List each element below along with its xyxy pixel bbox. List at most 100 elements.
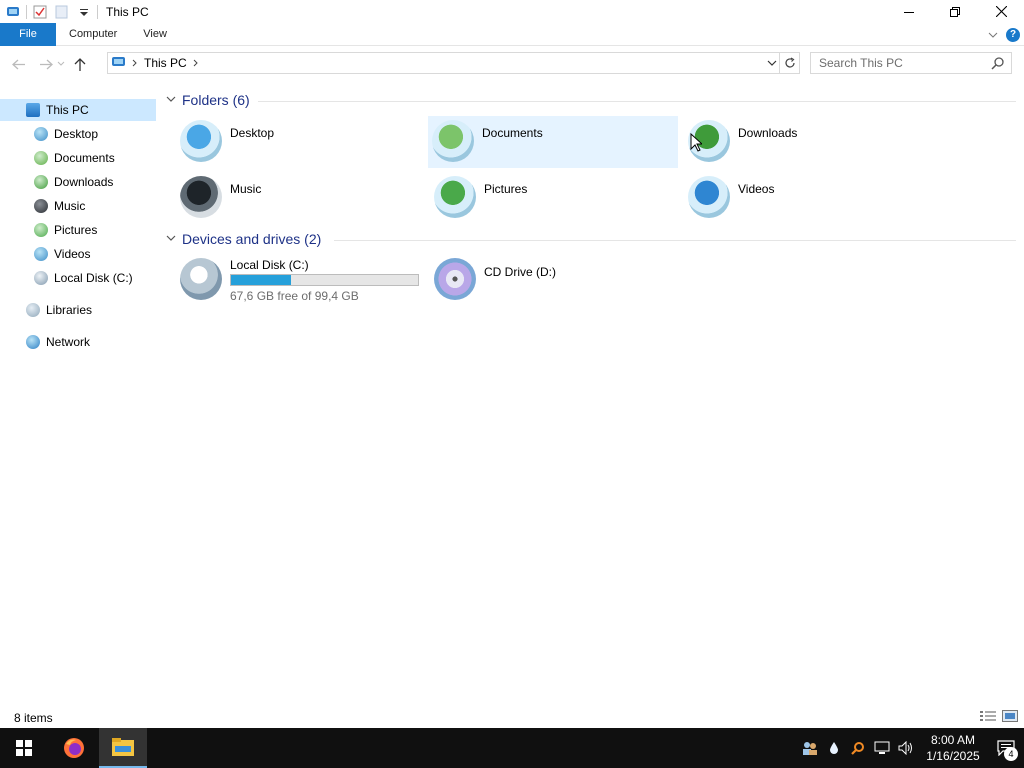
people-icon[interactable] — [798, 728, 822, 768]
expand-ribbon-icon[interactable] — [988, 28, 998, 42]
quick-access-toolbar — [0, 0, 100, 23]
drive-label: CD Drive (D:) — [484, 265, 556, 279]
sidebar-item-downloads[interactable]: Downloads — [34, 171, 113, 193]
search-placeholder: Search This PC — [819, 56, 903, 70]
drive-tile-local-disk[interactable]: Local Disk (C:) 67,6 GB free of 99,4 GB — [176, 254, 426, 306]
address-dropdown-icon[interactable] — [767, 53, 777, 73]
customize-toolbar-icon[interactable] — [77, 5, 91, 19]
drive-usage-fill — [231, 275, 291, 285]
folder-label: Documents — [482, 126, 543, 140]
large-icons-view-icon[interactable] — [1002, 710, 1018, 725]
videos-icon — [34, 247, 48, 261]
clock-date: 1/16/2025 — [926, 749, 980, 763]
pictures-icon — [34, 223, 48, 237]
search-icon[interactable] — [991, 56, 1005, 73]
close-icon[interactable] — [978, 0, 1024, 23]
sidebar-item-label: Local Disk (C:) — [54, 271, 133, 285]
folder-tile-pictures[interactable]: Pictures — [430, 172, 680, 224]
folder-tile-documents[interactable]: Documents — [428, 116, 678, 168]
folder-tile-music[interactable]: Music — [176, 172, 426, 224]
address-bar[interactable]: This PC — [107, 52, 780, 74]
up-arrow-icon[interactable] — [70, 53, 90, 75]
folder-label: Downloads — [738, 126, 798, 140]
start-button[interactable] — [0, 728, 48, 768]
collapse-chevron-icon[interactable] — [166, 94, 176, 106]
sidebar-item-network[interactable]: Network — [26, 331, 90, 353]
breadcrumb-separator-icon[interactable] — [193, 56, 199, 70]
drive-tile-cd-drive[interactable]: CD Drive (D:) — [430, 254, 680, 306]
search-input[interactable]: Search This PC — [810, 52, 1012, 74]
toolbar-separator — [97, 4, 98, 19]
refresh-icon[interactable] — [780, 52, 800, 74]
folder-label: Desktop — [230, 126, 275, 140]
local-disk-icon — [34, 271, 48, 285]
view-buttons — [980, 710, 1018, 725]
music-icon — [34, 199, 48, 213]
sidebar-item-music[interactable]: Music — [34, 195, 85, 217]
documents-folder-icon — [432, 120, 474, 162]
tab-file[interactable]: File — [0, 22, 56, 46]
properties-icon[interactable] — [33, 5, 47, 19]
sidebar-item-label: Videos — [54, 247, 91, 261]
sidebar-item-documents[interactable]: Documents — [34, 147, 115, 169]
documents-icon — [34, 151, 48, 165]
folder-tile-videos[interactable]: Videos — [684, 172, 934, 224]
downloads-icon — [34, 175, 48, 189]
file-explorer-icon[interactable] — [99, 728, 147, 768]
cd-drive-icon — [434, 258, 476, 300]
sidebar-item-desktop[interactable]: Desktop — [34, 123, 98, 145]
sidebar-item-label: Desktop — [54, 127, 99, 141]
music-folder-icon — [180, 176, 222, 218]
search-tray-icon[interactable] — [846, 728, 870, 768]
help-icon[interactable]: ? — [1006, 27, 1020, 42]
toolbar-separator — [26, 4, 27, 19]
back-arrow-icon[interactable] — [8, 53, 28, 75]
sidebar-item-libraries[interactable]: Libraries — [26, 299, 92, 321]
breadcrumb-item[interactable]: This PC — [144, 56, 187, 70]
sidebar-item-label: Documents — [54, 151, 115, 165]
network-tray-icon[interactable] — [870, 728, 894, 768]
navigation-pane: This PC Desktop Documents Downloads Musi… — [0, 97, 156, 707]
folder-tile-desktop[interactable]: Desktop — [176, 116, 426, 168]
sidebar-item-this-pc[interactable]: This PC — [0, 99, 156, 121]
sidebar-item-local-disk[interactable]: Local Disk (C:) — [34, 267, 133, 289]
this-pc-icon[interactable] — [6, 5, 20, 19]
windows-logo-icon — [16, 740, 32, 756]
group-divider — [258, 101, 1016, 102]
network-icon — [26, 335, 40, 349]
desktop-folder-icon — [180, 120, 222, 162]
details-view-icon[interactable] — [980, 710, 996, 725]
folder-label: Pictures — [484, 182, 528, 196]
group-divider — [334, 240, 1016, 241]
new-folder-icon[interactable] — [55, 5, 69, 19]
title-bar: This PC — [0, 0, 1024, 23]
mouse-cursor-icon — [690, 132, 704, 155]
sidebar-item-pictures[interactable]: Pictures — [34, 219, 97, 241]
tab-view[interactable]: View — [130, 23, 180, 46]
sidebar-item-label: Network — [46, 335, 91, 349]
sidebar-item-videos[interactable]: Videos — [34, 243, 90, 265]
volume-icon[interactable] — [894, 728, 918, 768]
videos-folder-icon — [688, 176, 730, 218]
folders-group-header[interactable]: Folders (6) — [166, 92, 250, 108]
clock[interactable]: 8:00 AM 1/16/2025 — [918, 732, 988, 764]
collapse-chevron-icon[interactable] — [166, 233, 176, 245]
sidebar-item-label: Pictures — [54, 223, 98, 237]
sidebar-item-label: Downloads — [54, 175, 114, 189]
recent-locations-icon[interactable] — [56, 53, 66, 75]
taskbar: 8:00 AM 1/16/2025 4 — [0, 728, 1024, 768]
sidebar-item-label: This PC — [46, 103, 89, 117]
forward-arrow-icon[interactable] — [36, 53, 56, 75]
drive-label: Local Disk (C:) — [230, 258, 309, 272]
window-title: This PC — [106, 4, 149, 19]
restore-icon[interactable] — [932, 0, 978, 23]
firefox-icon[interactable] — [50, 728, 98, 768]
drives-group-header[interactable]: Devices and drives (2) — [166, 231, 321, 247]
action-center-icon[interactable]: 4 — [988, 728, 1024, 768]
tab-computer[interactable]: Computer — [56, 23, 130, 46]
folder-tile-downloads[interactable]: Downloads — [684, 116, 934, 168]
droplet-icon[interactable] — [822, 728, 846, 768]
minimize-icon[interactable] — [886, 0, 932, 23]
drive-free-space: 67,6 GB free of 99,4 GB — [230, 289, 359, 303]
breadcrumb-separator-icon[interactable] — [132, 56, 138, 70]
